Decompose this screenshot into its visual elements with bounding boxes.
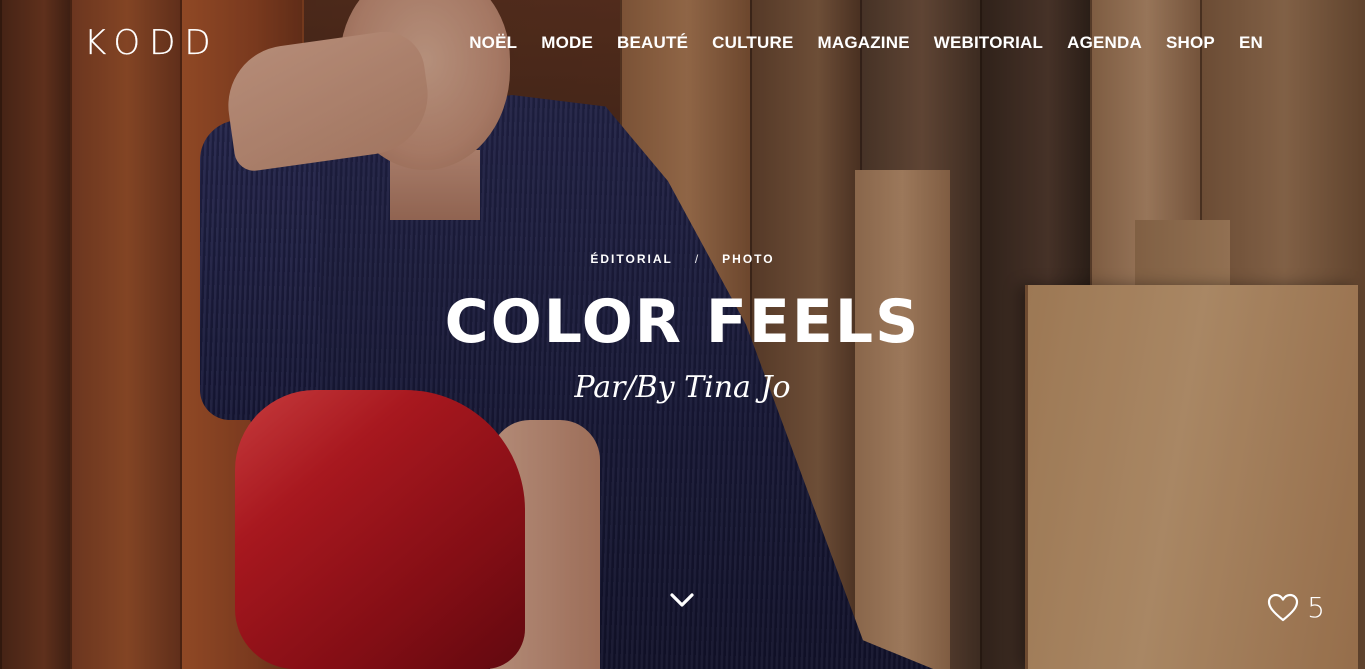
nav-link-agenda[interactable]: AGENDA: [1055, 32, 1154, 54]
article-caption: ÉDITORIAL / PHOTO COLOR FEELS Par/By Tin…: [0, 250, 1365, 406]
nav-item-beaute: BEAUTÉ: [605, 32, 700, 54]
article-categories: ÉDITORIAL / PHOTO: [590, 251, 774, 267]
nav-item-language: EN: [1227, 32, 1275, 54]
nav-link-noel[interactable]: NOËL: [457, 32, 529, 54]
nav-item-magazine: MAGAZINE: [805, 32, 921, 54]
heart-icon: [1268, 593, 1299, 622]
nav-link-culture[interactable]: CULTURE: [700, 32, 805, 54]
chevron-down-icon: [670, 593, 694, 607]
hero-section: KODD NOËL MODE BEAUTÉ CULTURE MAGAZINE W…: [0, 0, 1365, 669]
nav-item-noel: NOËL: [457, 32, 529, 54]
article-byline: Par/By Tina Jo: [574, 370, 791, 405]
like-button[interactable]: 5: [1267, 592, 1325, 624]
nav-item-culture: CULTURE: [700, 32, 805, 54]
site-header: KODD NOËL MODE BEAUTÉ CULTURE MAGAZINE W…: [0, 0, 1365, 88]
language-switch-link[interactable]: EN: [1227, 32, 1275, 54]
nav-link-shop[interactable]: SHOP: [1154, 32, 1227, 54]
nav-link-webitorial[interactable]: WEBITORIAL: [922, 32, 1055, 54]
nav-link-beaute[interactable]: BEAUTÉ: [605, 32, 700, 54]
nav-item-webitorial: WEBITORIAL: [922, 32, 1055, 54]
nav-item-agenda: AGENDA: [1055, 32, 1154, 54]
main-nav-list: NOËL MODE BEAUTÉ CULTURE MAGAZINE WEBITO…: [457, 32, 1275, 54]
nav-item-mode: MODE: [529, 32, 605, 54]
scroll-down-button[interactable]: [668, 588, 696, 612]
category-separator: /: [694, 252, 701, 266]
nav-link-mode[interactable]: MODE: [529, 32, 605, 54]
site-logo[interactable]: KODD: [84, 24, 220, 62]
category-link-editorial[interactable]: ÉDITORIAL: [590, 251, 672, 267]
nav-item-shop: SHOP: [1154, 32, 1227, 54]
nav-link-magazine[interactable]: MAGAZINE: [805, 32, 921, 54]
category-link-photo[interactable]: PHOTO: [722, 251, 774, 267]
article-title: COLOR FEELS: [444, 287, 921, 357]
like-count: 5: [1307, 591, 1325, 624]
